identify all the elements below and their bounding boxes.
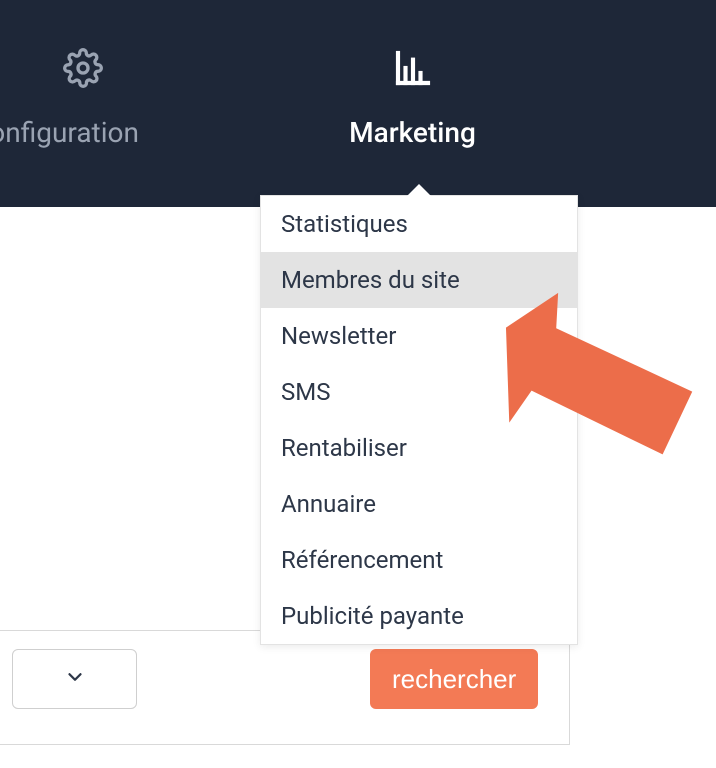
dropdown-item-sms[interactable]: SMS bbox=[261, 364, 577, 420]
dropdown-item-membres-du-site[interactable]: Membres du site bbox=[261, 252, 577, 308]
marketing-dropdown: Statistiques Membres du site Newsletter … bbox=[260, 195, 578, 645]
filter-bar: rechercher bbox=[0, 630, 570, 745]
nav-label-configuration: Configuration bbox=[0, 116, 139, 149]
dropdown-item-rentabiliser[interactable]: Rentabiliser bbox=[261, 420, 577, 476]
nav-item-marketing[interactable]: Marketing bbox=[280, 48, 545, 149]
gear-icon bbox=[63, 48, 103, 88]
dropdown-item-annuaire[interactable]: Annuaire bbox=[261, 476, 577, 532]
dropdown-item-statistiques[interactable]: Statistiques bbox=[261, 196, 577, 252]
search-button[interactable]: rechercher bbox=[370, 649, 538, 709]
filter-select[interactable] bbox=[12, 649, 137, 709]
nav-label-marketing: Marketing bbox=[349, 116, 476, 149]
bar-chart-icon bbox=[393, 48, 433, 88]
nav-item-configuration[interactable]: Configuration bbox=[0, 48, 165, 149]
chevron-down-icon bbox=[64, 666, 86, 692]
top-navbar: Configuration Marketing bbox=[0, 0, 716, 207]
dropdown-item-newsletter[interactable]: Newsletter bbox=[261, 308, 577, 364]
dropdown-item-referencement[interactable]: Référencement bbox=[261, 532, 577, 588]
dropdown-item-publicite-payante[interactable]: Publicité payante bbox=[261, 588, 577, 644]
